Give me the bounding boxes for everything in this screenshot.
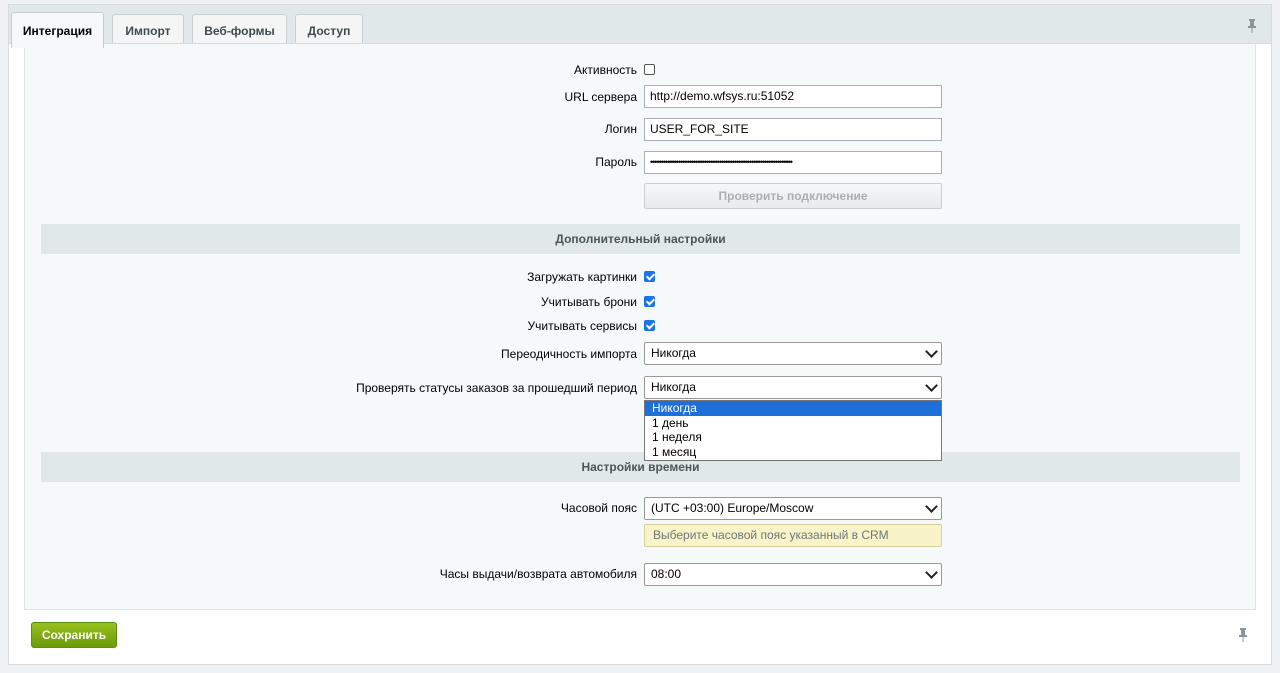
section-extra-settings: Дополнительный настройки — [41, 224, 1240, 254]
timezone-value: (UTC +03:00) Europe/Moscow — [651, 501, 814, 515]
import-frequency-select[interactable]: Никогда — [644, 342, 942, 365]
dropdown-option[interactable]: 1 неделя — [645, 430, 941, 445]
save-button[interactable]: Сохранить — [31, 622, 117, 648]
dropdown-option[interactable]: 1 день — [645, 416, 941, 431]
hours-label: Часы выдачи/возврата автомобиля — [439, 567, 637, 581]
login-label: Логин — [604, 122, 637, 136]
activity-label: Активность — [573, 63, 637, 77]
password-label: Пароль — [595, 155, 637, 169]
activity-checkbox[interactable] — [644, 64, 655, 75]
timezone-hint: Выберите часовой пояс указанный в CRM — [644, 524, 942, 547]
hours-value: 08:00 — [651, 567, 682, 581]
chevron-down-icon — [925, 500, 938, 513]
check-status-dropdown: Никогда 1 день 1 неделя 1 месяц — [644, 400, 942, 461]
import-frequency-value: Никогда — [651, 346, 696, 360]
chevron-down-icon — [925, 345, 938, 358]
password-input[interactable]: ••••••••••••••••••••••••••••••••••••••••… — [644, 151, 942, 174]
services-label: Учитывать сервисы — [527, 319, 637, 333]
tab-integration[interactable]: Интеграция — [11, 12, 104, 48]
check-connection-button[interactable]: Проверить подключение — [644, 183, 942, 209]
load-images-checkbox[interactable] — [644, 271, 655, 282]
services-checkbox[interactable] — [644, 320, 655, 331]
check-status-select[interactable]: Никогда — [644, 376, 942, 399]
url-label: URL сервера — [564, 90, 637, 104]
pin-icon[interactable] — [1238, 628, 1248, 645]
section-time-settings: Настройки времени — [41, 452, 1240, 482]
check-status-value: Никогда — [651, 380, 696, 394]
tab-bar: Интеграция Импорт Веб-формы Доступ — [8, 4, 1272, 48]
load-images-label: Загружать картинки — [527, 270, 637, 284]
timezone-select[interactable]: (UTC +03:00) Europe/Moscow — [644, 497, 942, 520]
login-input[interactable]: USER_FOR_SITE — [644, 118, 942, 141]
chevron-down-icon — [925, 566, 938, 579]
import-frequency-label: Переодичность импорта — [501, 347, 637, 361]
bookings-checkbox[interactable] — [644, 296, 655, 307]
dropdown-option[interactable]: 1 месяц — [645, 445, 941, 460]
bookings-label: Учитывать брони — [541, 295, 637, 309]
chevron-down-icon — [925, 379, 938, 392]
dropdown-option[interactable]: Никогда — [645, 401, 941, 416]
url-input[interactable]: http://demo.wfsys.ru:51052 — [644, 85, 942, 108]
check-status-label: Проверять статусы заказов за прошедший п… — [356, 381, 637, 395]
pin-icon[interactable] — [1247, 19, 1257, 36]
hours-select[interactable]: 08:00 — [644, 563, 942, 586]
timezone-label: Часовой пояс — [560, 501, 637, 515]
